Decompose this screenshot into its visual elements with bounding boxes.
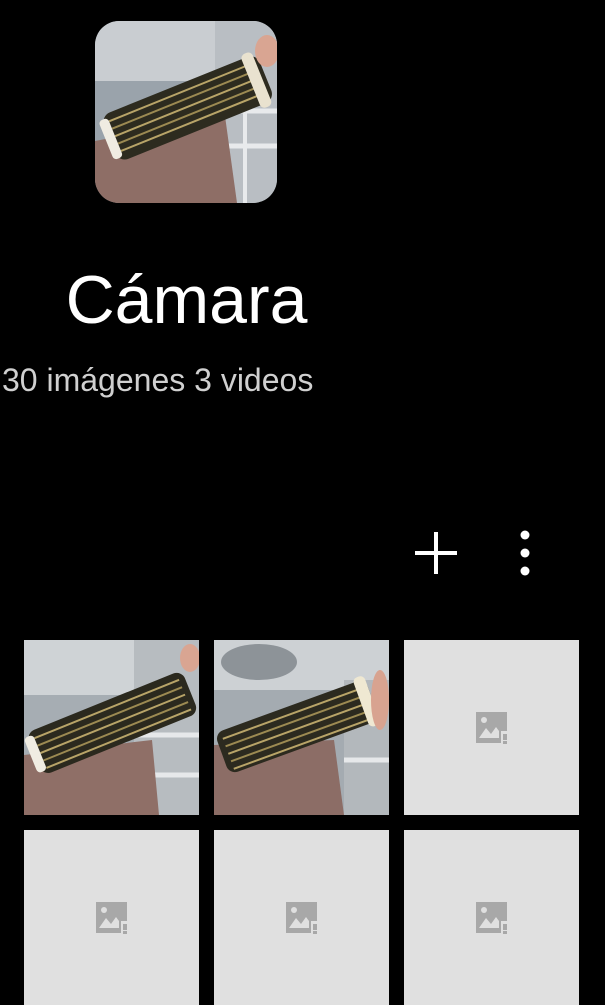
broken-image-icon [96,902,127,934]
add-button[interactable] [409,526,463,580]
photo-thumbnail [214,640,389,815]
grid-item-placeholder[interactable] [404,640,579,815]
album-title: Cámara [65,262,308,338]
grid-item-placeholder[interactable] [404,830,579,1005]
album-item-count: 30 imágenes 3 videos [2,362,314,398]
album-cover-thumbnail[interactable] [95,21,277,203]
more-options-button[interactable] [498,526,552,580]
broken-image-icon [286,902,317,934]
photo-thumbnail [24,640,199,815]
album-cover-image [95,21,277,203]
grid-item-placeholder[interactable] [24,830,199,1005]
more-vert-icon [520,530,530,576]
grid-item-placeholder[interactable] [214,830,389,1005]
plus-icon [415,532,457,574]
grid-item-photo[interactable] [24,640,199,815]
grid-item-photo[interactable] [214,640,389,815]
broken-image-icon [476,712,507,744]
broken-image-icon [476,902,507,934]
